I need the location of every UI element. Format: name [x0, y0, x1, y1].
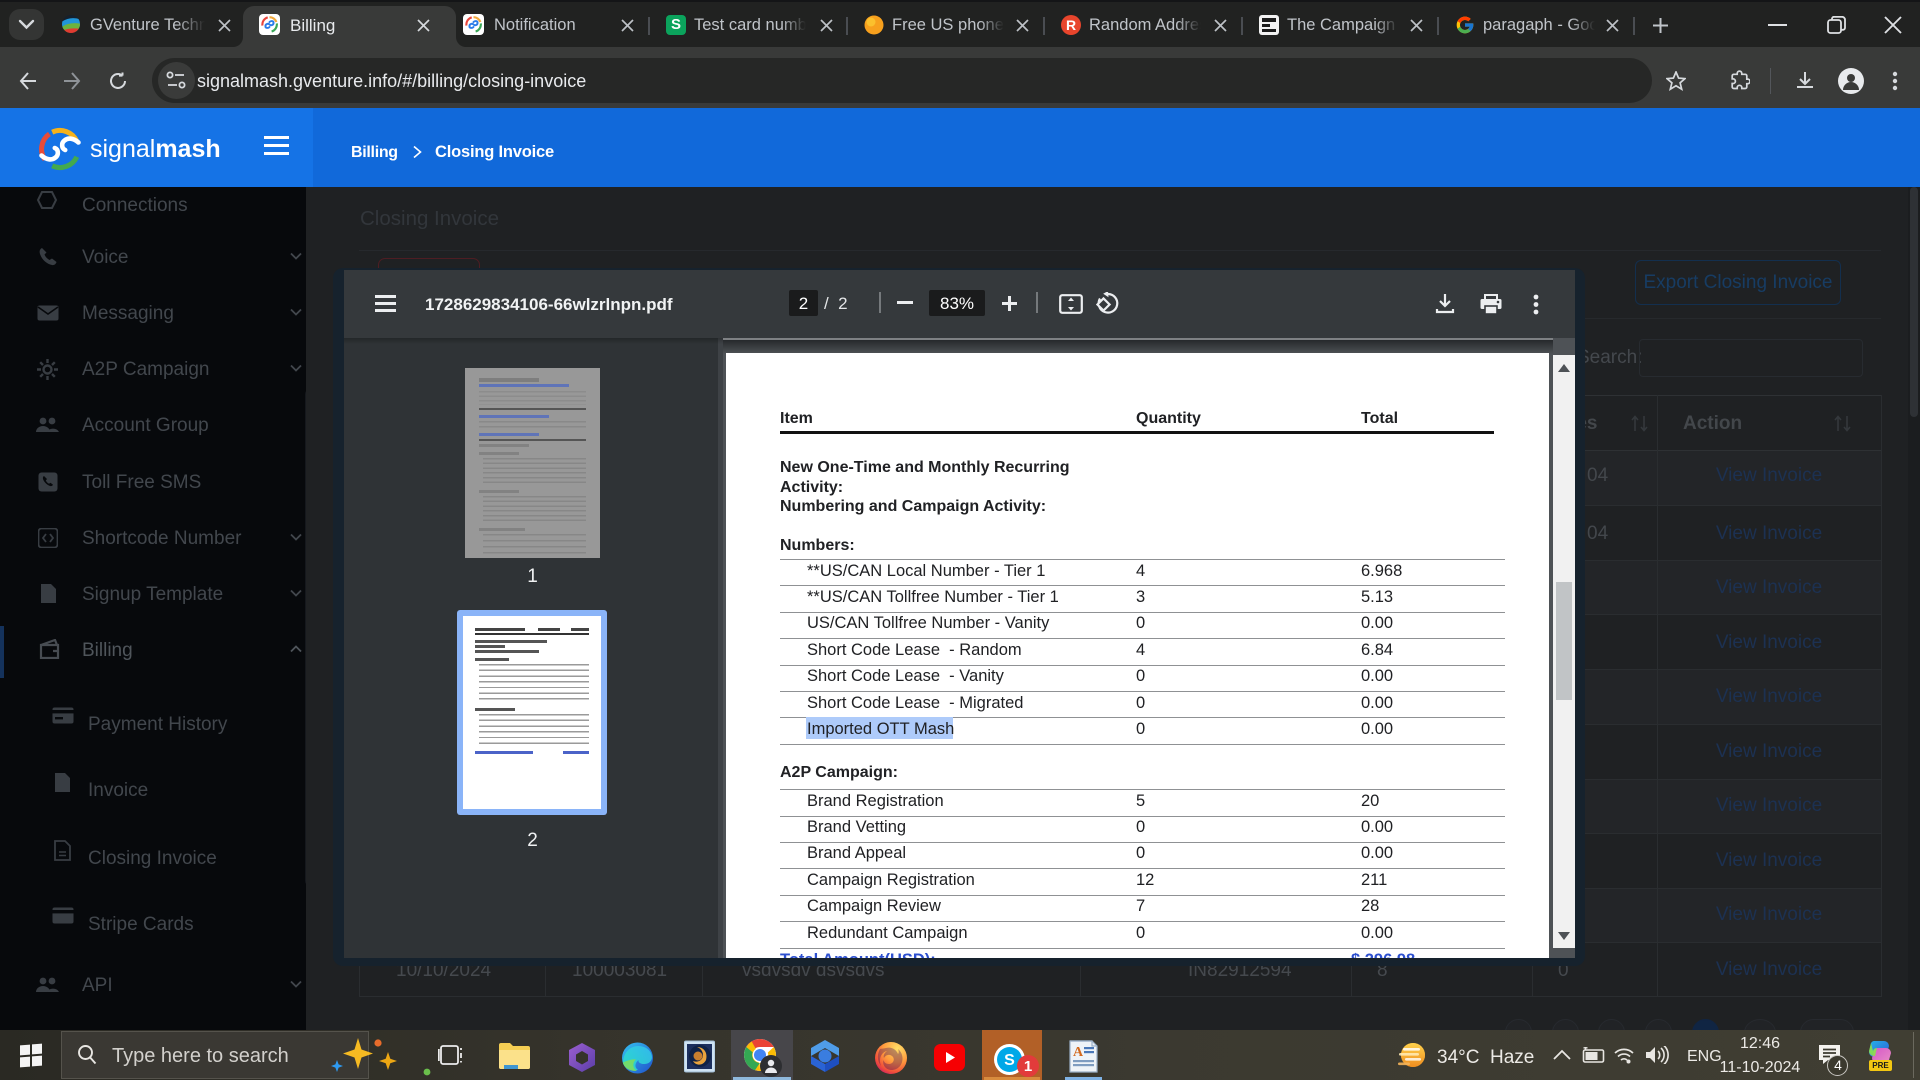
- svg-text:A: A: [1073, 1045, 1084, 1060]
- svg-text:S: S: [1004, 1052, 1015, 1069]
